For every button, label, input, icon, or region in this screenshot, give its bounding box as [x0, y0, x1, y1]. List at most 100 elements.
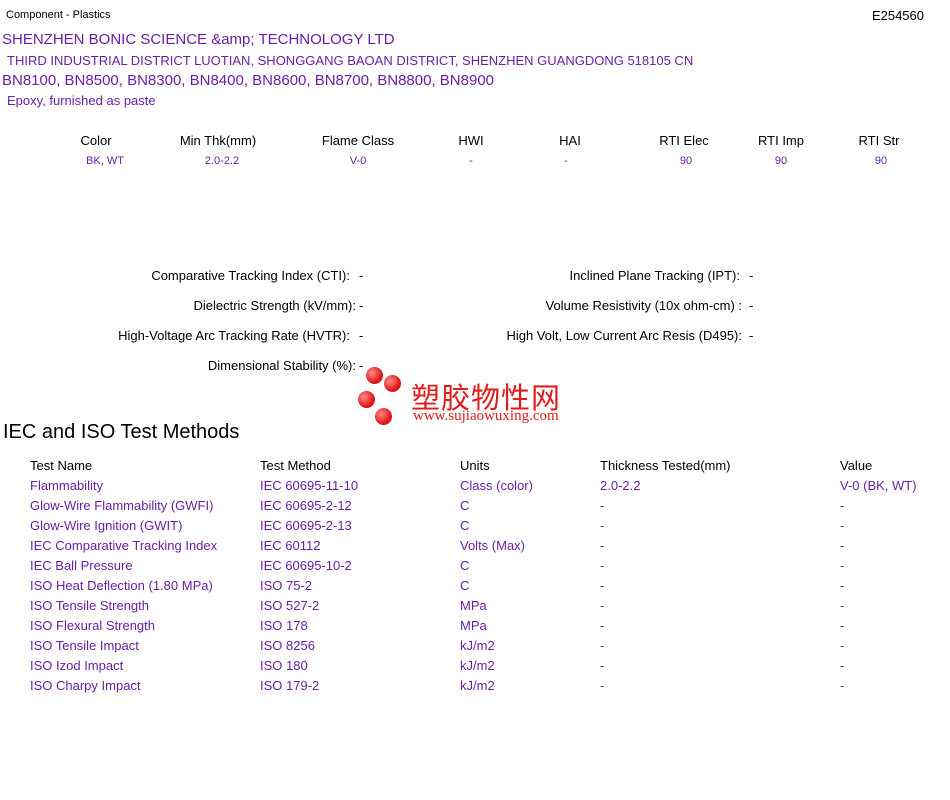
col-test-name: Test Name: [30, 458, 93, 473]
cell-units: C: [460, 518, 470, 533]
d495-label: High Volt, Low Current Arc Resis (D495):: [506, 328, 742, 343]
watermark-dot-icon: [366, 367, 383, 384]
cell-value: -: [840, 618, 845, 633]
table-row: ISO Tensile Strength ISO 527-2 MPa - -: [0, 598, 950, 618]
cell-thickness-tested: -: [600, 658, 605, 673]
cell-value: -: [840, 498, 845, 513]
value-min-thk: 2.0-2.2: [204, 155, 240, 167]
cell-test-method: ISO 75-2: [260, 578, 313, 593]
cell-thickness-tested: -: [600, 518, 605, 533]
cell-units: MPa: [460, 618, 487, 633]
cell-test-name: ISO Tensile Impact: [30, 638, 139, 653]
cell-value: -: [840, 638, 845, 653]
cell-test-method: ISO 8256: [260, 638, 315, 653]
col-units: Units: [460, 458, 490, 473]
cell-test-method: IEC 60695-2-13: [260, 518, 352, 533]
table-row: Glow-Wire Ignition (GWIT) IEC 60695-2-13 C…: [0, 518, 950, 538]
cell-thickness-tested: 2.0-2.2: [600, 478, 641, 493]
product-grades: BN8100, BN8500, BN8300, BN8400, BN8600, …: [2, 72, 494, 89]
cell-units: kJ/m2: [460, 678, 495, 693]
cell-units: kJ/m2: [460, 638, 495, 653]
dimensional-stability-label: Dimensional Stability (%):: [207, 358, 356, 373]
iec-section-title: IEC and ISO Test Methods: [3, 421, 240, 443]
table-row: IEC Comparative Tracking Index IEC 60112 V…: [0, 538, 950, 558]
cell-units: C: [460, 558, 470, 573]
volume-resistivity-value: -: [749, 298, 754, 313]
cell-test-method: ISO 178: [260, 618, 308, 633]
cell-test-method: ISO 527-2: [260, 598, 320, 613]
value-flame-class: V-0: [349, 155, 367, 167]
dimensional-stability-value: -: [359, 358, 364, 373]
table-row: Glow-Wire Flammability (GWFI) IEC 60695-2…: [0, 498, 950, 518]
cti-value: -: [359, 268, 364, 283]
cell-thickness-tested: -: [600, 578, 605, 593]
cell-test-name: Glow-Wire Ignition (GWIT): [30, 518, 183, 533]
cell-value: -: [840, 678, 845, 693]
d495-value: -: [749, 328, 754, 343]
table-row: Flammability IEC 60695-11-10 Class (color)…: [0, 478, 950, 498]
cell-test-method: IEC 60695-11-10: [260, 478, 359, 493]
cell-value: -: [840, 598, 845, 613]
table-row: ISO Heat Deflection (1.80 MPa) ISO 75-2 C -…: [0, 578, 950, 598]
cell-value: -: [840, 538, 845, 553]
cell-test-name: IEC Ball Pressure: [30, 558, 133, 573]
cell-test-method: ISO 179-2: [260, 678, 320, 693]
watermark-dot-icon: [358, 391, 375, 408]
cell-test-name: ISO Flexural Strength: [30, 618, 155, 633]
cell-value: -: [840, 658, 845, 673]
cell-units: C: [460, 498, 470, 513]
cell-test-method: ISO 180: [260, 658, 308, 673]
cell-test-name: Glow-Wire Flammability (GWFI): [30, 498, 214, 513]
cell-test-name: ISO Izod Impact: [30, 658, 124, 673]
category-label: Component - Plastics: [6, 9, 111, 21]
material-description: Epoxy, furnished as paste: [7, 93, 156, 108]
cell-test-method: IEC 60695-2-12: [260, 498, 352, 513]
ipt-label: Inclined Plane Tracking (IPT):: [569, 268, 740, 283]
table-row: IEC Ball Pressure IEC 60695-10-2 C - -: [0, 558, 950, 578]
hvtr-value: -: [359, 328, 364, 343]
cell-units: Volts (Max): [460, 538, 526, 553]
hvtr-label: High-Voltage Arc Tracking Rate (HVTR):: [118, 328, 350, 343]
table-row: ISO Tensile Impact ISO 8256 kJ/m2 - -: [0, 638, 950, 658]
cell-thickness-tested: -: [600, 638, 605, 653]
cell-test-name: Flammability: [30, 478, 103, 493]
ipt-value: -: [749, 268, 754, 283]
header-min-thk: Min Thk(mm): [179, 133, 257, 148]
cell-value: -: [840, 578, 845, 593]
cell-units: Class (color): [460, 478, 533, 493]
file-number: E254560: [871, 8, 924, 23]
volume-resistivity-label: Volume Resistivity (10x ohm-cm) :: [545, 298, 743, 313]
dielectric-strength-value: -: [359, 298, 364, 313]
header-flame-class: Flame Class: [321, 133, 395, 148]
cell-test-name: ISO Heat Deflection (1.80 MPa): [30, 578, 213, 593]
col-value: Value: [840, 458, 873, 473]
cell-value: V-0 (BK, WT): [840, 478, 917, 493]
table-row: ISO Izod Impact ISO 180 kJ/m2 - -: [0, 658, 950, 678]
watermark-dot-icon: [384, 375, 401, 392]
cell-units: kJ/m2: [460, 658, 495, 673]
cell-thickness-tested: -: [600, 498, 605, 513]
cell-thickness-tested: -: [600, 678, 605, 693]
cell-units: C: [460, 578, 470, 593]
col-thickness: Thickness Tested(mm): [600, 458, 731, 473]
table-row: ISO Flexural Strength ISO 178 MPa - -: [0, 618, 950, 638]
company-name: SHENZHEN BONIC SCIENCE &amp; TECHNOLOGY …: [2, 31, 395, 48]
cell-thickness-tested: -: [600, 538, 605, 553]
company-address: THIRD INDUSTRIAL DISTRICT LUOTIAN, SHONG…: [7, 53, 694, 68]
cell-test-name: IEC Comparative Tracking Index: [30, 538, 218, 553]
value-rti-str: 90: [874, 155, 888, 167]
cti-label: Comparative Tracking Index (CTI):: [151, 268, 350, 283]
cell-value: -: [840, 518, 845, 533]
value-hai: -: [564, 155, 568, 167]
col-test-method: Test Method: [260, 458, 331, 473]
header-color: Color: [80, 133, 112, 148]
value-color: BK, WT: [86, 155, 124, 167]
iec-table-header: Test Name Test Method Units Thickness Te…: [0, 458, 950, 478]
dielectric-strength-label: Dielectric Strength (kV/mm):: [193, 298, 356, 313]
cell-test-method: IEC 60112: [260, 538, 321, 553]
cell-test-method: IEC 60695-10-2: [260, 558, 352, 573]
table-row: ISO Charpy Impact ISO 179-2 kJ/m2 - -: [0, 678, 950, 698]
cell-test-name: ISO Tensile Strength: [30, 598, 149, 613]
cell-test-name: ISO Charpy Impact: [30, 678, 141, 693]
cell-units: MPa: [460, 598, 487, 613]
